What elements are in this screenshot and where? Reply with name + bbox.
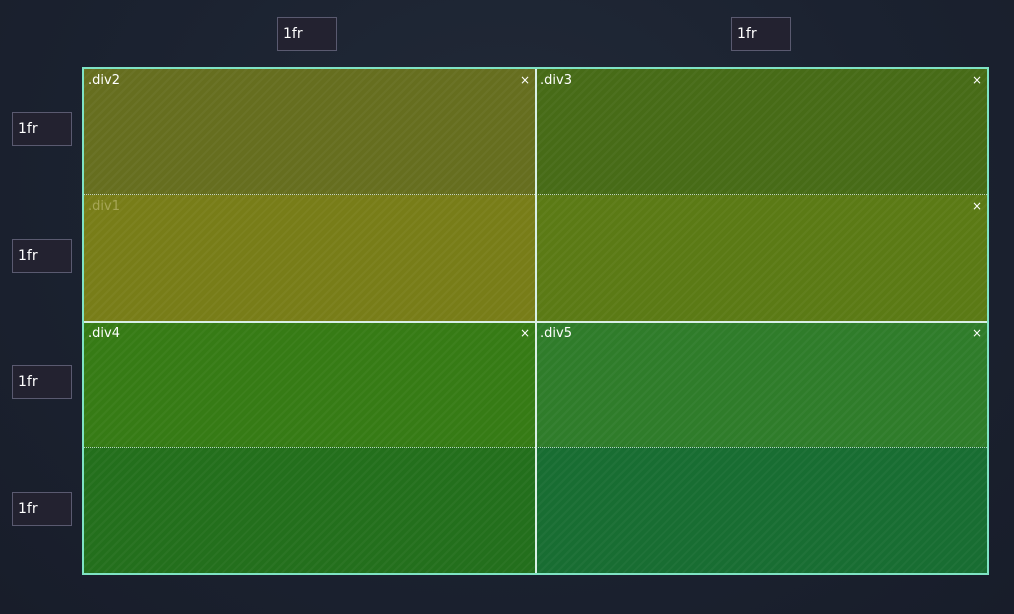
grid-area-div3[interactable]: .div3 × xyxy=(536,69,987,195)
area-label-div2: .div2 xyxy=(88,73,120,88)
area-label-div5: .div5 xyxy=(540,326,572,341)
row-3-size-input[interactable] xyxy=(12,365,72,399)
close-icon[interactable]: × xyxy=(520,327,530,339)
row-2-size-input[interactable] xyxy=(12,239,72,273)
close-icon[interactable]: × xyxy=(520,74,530,86)
column-2-size-input[interactable] xyxy=(731,17,791,51)
area-label-div4: .div4 xyxy=(88,326,120,341)
grid-line-column-1 xyxy=(535,69,537,573)
row-4-size-input[interactable] xyxy=(12,492,72,526)
grid-area-div4[interactable]: .div4 × xyxy=(84,322,535,447)
column-1-size-input[interactable] xyxy=(277,17,337,51)
grid-area-div5[interactable]: .div5 × xyxy=(536,322,987,447)
grid-area-div5-lower[interactable] xyxy=(536,447,987,573)
grid-area-div4-lower[interactable] xyxy=(84,447,535,573)
grid-container: .div2 × .div3 × .div1 × .div4 × .div5 × xyxy=(82,67,989,575)
close-icon[interactable]: × xyxy=(972,74,982,86)
grid-area-div1[interactable]: .div1 xyxy=(84,195,535,322)
area-label-div3: .div3 xyxy=(540,73,572,88)
grid-area-div2[interactable]: .div2 × xyxy=(84,69,535,195)
close-icon[interactable]: × xyxy=(972,200,982,212)
close-icon[interactable]: × xyxy=(972,327,982,339)
grid-area-div3-lower[interactable]: × xyxy=(536,195,987,322)
area-label-div1: .div1 xyxy=(88,199,120,214)
row-1-size-input[interactable] xyxy=(12,112,72,146)
